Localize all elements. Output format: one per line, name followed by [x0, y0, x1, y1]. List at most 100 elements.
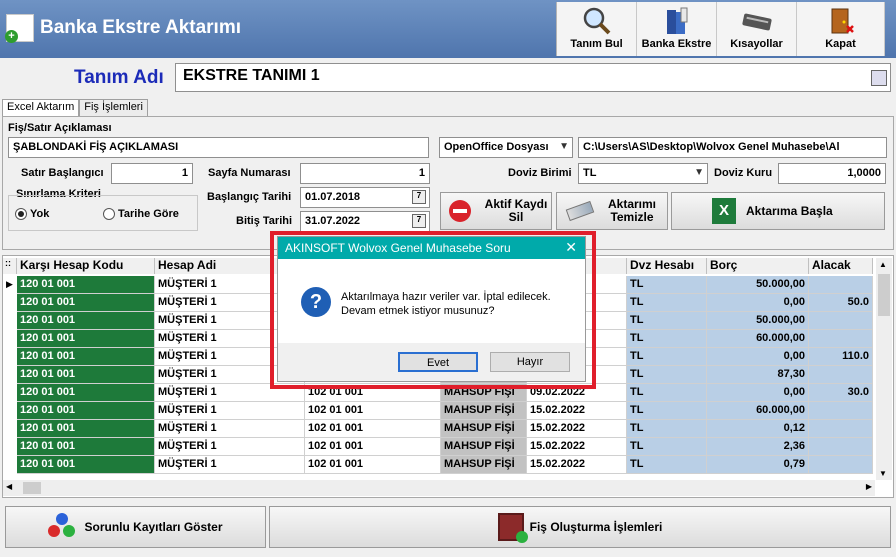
vertical-scroll-thumb[interactable]	[878, 274, 890, 316]
cell-alc[interactable]	[809, 420, 873, 438]
scroll-left-icon[interactable]: ◀	[6, 482, 12, 491]
cell-tip[interactable]: MAHSUP FİŞİ	[441, 438, 527, 456]
cell-borc[interactable]: 0,00	[707, 294, 809, 312]
cell-kodu[interactable]: 120 01 001	[17, 402, 155, 420]
doviz-select[interactable]: TL ▼	[578, 163, 708, 184]
satir-input[interactable]: 1	[111, 163, 193, 184]
cell-dvz[interactable]: TL	[627, 312, 707, 330]
cell-kodu[interactable]: 120 01 001	[17, 456, 155, 474]
file-path-input[interactable]: C:\Users\AS\Desktop\Wolvox Genel Muhaseb…	[578, 137, 887, 158]
cell-kodu[interactable]: 120 01 001	[17, 348, 155, 366]
cell-kodu[interactable]: 120 01 001	[17, 312, 155, 330]
cell-kodu[interactable]: 120 01 001	[17, 276, 155, 294]
cell-adi[interactable]: MÜŞTERİ 1	[155, 402, 305, 420]
cell-borc[interactable]: 50.000,00	[707, 312, 809, 330]
cell-hes[interactable]: 102 01 001	[305, 438, 441, 456]
table-row[interactable]: 120 01 001 MÜŞTERİ 1 102 01 001 MAHSUP FİŞİ…	[3, 456, 873, 474]
cell-dvz[interactable]: TL	[627, 366, 707, 384]
vertical-scrollbar[interactable]: ▲ ▼	[876, 258, 892, 480]
col-header-karsi-hesap[interactable]: Karşı Hesap Kodu	[17, 258, 155, 274]
cell-alc[interactable]	[809, 330, 873, 348]
cell-adi[interactable]: MÜŞTERİ 1	[155, 420, 305, 438]
banka-ekstre-button[interactable]: Banka Ekstre	[637, 2, 717, 56]
cell-tar[interactable]: 15.02.2022	[527, 402, 627, 420]
evet-button[interactable]: Evet	[398, 352, 478, 372]
cell-alc[interactable]	[809, 438, 873, 456]
definition-input[interactable]: EKSTRE TANIMI 1	[175, 63, 891, 92]
horizontal-scrollbar[interactable]: ◀ ▶	[3, 480, 875, 496]
tab-excel-aktarim[interactable]: Excel Aktarım	[2, 99, 80, 117]
cell-dvz[interactable]: TL	[627, 438, 707, 456]
cell-kodu[interactable]: 120 01 001	[17, 438, 155, 456]
aktarimi-temizle-button[interactable]: Aktarımı Temizle	[556, 192, 668, 230]
calendar-icon[interactable]: 7	[412, 214, 426, 228]
cell-tar[interactable]: 15.02.2022	[527, 420, 627, 438]
cell-kodu[interactable]: 120 01 001	[17, 330, 155, 348]
aktif-kaydi-sil-button[interactable]: Aktif Kaydı Sil	[440, 192, 552, 230]
sorunlu-kayitlar-button[interactable]: Sorunlu Kayıtları Göster	[5, 506, 266, 548]
definition-picker-icon[interactable]	[871, 70, 887, 86]
cell-tip[interactable]: MAHSUP FİŞİ	[441, 402, 527, 420]
radio-yok[interactable]: Yok	[15, 208, 49, 220]
kisayollar-button[interactable]: Kısayollar	[717, 2, 797, 56]
cell-tip[interactable]: MAHSUP FİŞİ	[441, 420, 527, 438]
bit-tarih-input[interactable]: 31.07.2022 7	[300, 211, 430, 232]
cell-dvz[interactable]: TL	[627, 420, 707, 438]
tab-fis-islemleri[interactable]: Fiş İşlemleri	[79, 99, 148, 116]
cell-alc[interactable]	[809, 276, 873, 294]
bas-tarih-input[interactable]: 01.07.2018 7	[300, 187, 430, 208]
radio-tarihe-gore[interactable]: Tarihe Göre	[103, 208, 179, 220]
cell-hes[interactable]: 102 01 001	[305, 420, 441, 438]
cell-dvz[interactable]: TL	[627, 294, 707, 312]
cell-adi[interactable]: MÜŞTERİ 1	[155, 456, 305, 474]
cell-alc[interactable]: 50.0	[809, 294, 873, 312]
cell-alc[interactable]: 110.0	[809, 348, 873, 366]
col-header-dvz-hesabi[interactable]: Dvz Hesabı	[627, 258, 707, 274]
cell-dvz[interactable]: TL	[627, 456, 707, 474]
tanim-bul-button[interactable]: Tanım Bul	[557, 2, 637, 56]
hayir-button[interactable]: Hayır	[490, 352, 570, 372]
kur-input[interactable]: 1,0000	[778, 163, 886, 184]
cell-borc[interactable]: 2,36	[707, 438, 809, 456]
cell-dvz[interactable]: TL	[627, 384, 707, 402]
cell-tar[interactable]: 15.02.2022	[527, 438, 627, 456]
close-icon[interactable]: ✕	[565, 239, 577, 256]
scroll-right-icon[interactable]: ▶	[866, 482, 872, 491]
cell-kodu[interactable]: 120 01 001	[17, 294, 155, 312]
cell-dvz[interactable]: TL	[627, 330, 707, 348]
cell-borc[interactable]: 0,79	[707, 456, 809, 474]
scroll-down-icon[interactable]: ▼	[879, 469, 887, 478]
cell-borc[interactable]: 50.000,00	[707, 276, 809, 294]
cell-alc[interactable]	[809, 456, 873, 474]
cell-kodu[interactable]: 120 01 001	[17, 366, 155, 384]
cell-dvz[interactable]: TL	[627, 402, 707, 420]
fis-olusturma-button[interactable]: Fiş Oluşturma İşlemleri	[269, 506, 891, 548]
horizontal-scroll-thumb[interactable]	[23, 482, 41, 494]
table-row[interactable]: 120 01 001 MÜŞTERİ 1 102 01 001 MAHSUP FİŞİ…	[3, 438, 873, 456]
col-header-alacak[interactable]: Alacak	[809, 258, 873, 274]
cell-hes[interactable]: 102 01 001	[305, 456, 441, 474]
cell-tip[interactable]: MAHSUP FİŞİ	[441, 456, 527, 474]
cell-hes[interactable]: 102 01 001	[305, 402, 441, 420]
cell-alc[interactable]	[809, 366, 873, 384]
cell-alc[interactable]	[809, 402, 873, 420]
kapat-button[interactable]: Kapat	[797, 2, 885, 56]
fis-input[interactable]: ŞABLONDAKİ FİŞ AÇIKLAMASI	[8, 137, 429, 158]
cell-borc[interactable]: 0,00	[707, 348, 809, 366]
cell-borc[interactable]: 60.000,00	[707, 402, 809, 420]
cell-borc[interactable]: 60.000,00	[707, 330, 809, 348]
cell-adi[interactable]: MÜŞTERİ 1	[155, 438, 305, 456]
cell-dvz[interactable]: TL	[627, 276, 707, 294]
cell-alc[interactable]: 30.0	[809, 384, 873, 402]
sayfa-input[interactable]: 1	[300, 163, 430, 184]
cell-borc[interactable]: 87,30	[707, 366, 809, 384]
table-row[interactable]: 120 01 001 MÜŞTERİ 1 102 01 001 MAHSUP FİŞİ…	[3, 420, 873, 438]
cell-borc[interactable]: 0,00	[707, 384, 809, 402]
grid-corner[interactable]: ::	[3, 258, 17, 274]
file-type-select[interactable]: OpenOffice Dosyası ▼	[439, 137, 573, 158]
col-header-borc[interactable]: Borç	[707, 258, 809, 274]
cell-borc[interactable]: 0,12	[707, 420, 809, 438]
calendar-icon[interactable]: 7	[412, 190, 426, 204]
cell-alc[interactable]	[809, 312, 873, 330]
scroll-up-icon[interactable]: ▲	[879, 260, 887, 269]
